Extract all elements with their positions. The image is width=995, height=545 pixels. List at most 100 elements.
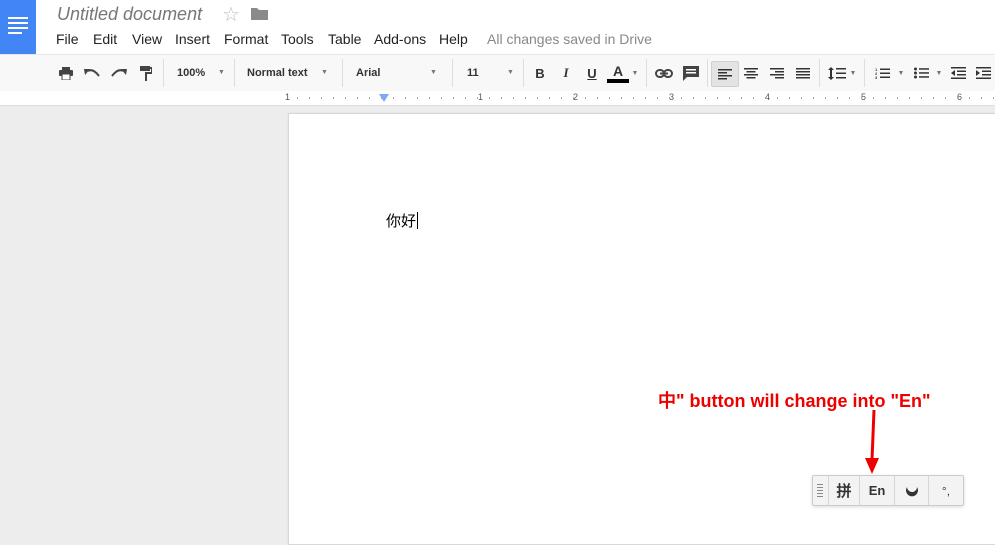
menu-help[interactable]: Help <box>439 31 468 47</box>
ruler-tick <box>981 97 982 99</box>
ruler-tick <box>345 97 346 99</box>
chevron-down-icon[interactable]: ▼ <box>934 61 944 85</box>
document-title[interactable]: Untitled document <box>57 4 202 25</box>
star-icon[interactable]: ☆ <box>222 2 240 27</box>
ruler-tick <box>873 97 874 99</box>
font-select[interactable]: Arial ▼ <box>356 61 441 85</box>
menu-edit[interactable]: Edit <box>93 31 117 47</box>
underline-button[interactable]: U <box>582 61 602 85</box>
ruler-tick <box>777 97 778 99</box>
line-spacing-icon <box>828 66 846 80</box>
ime-toolbar: 拼 En °, <box>812 475 964 506</box>
undo-button[interactable] <box>82 61 102 85</box>
ruler-tick <box>489 97 490 99</box>
chevron-down-icon[interactable]: ▼ <box>848 61 858 85</box>
text-cursor <box>417 212 419 229</box>
undo-icon <box>84 69 100 77</box>
menu-format[interactable]: Format <box>224 31 268 47</box>
ruler-tick <box>513 97 514 99</box>
menu-addons[interactable]: Add-ons <box>374 31 426 47</box>
ruler-tick <box>609 97 610 99</box>
menu-table[interactable]: Table <box>328 31 361 47</box>
ruler-tick <box>933 97 934 99</box>
ruler-tick <box>657 97 658 99</box>
ime-drag-handle[interactable] <box>813 476 827 505</box>
chevron-down-icon: ▼ <box>218 69 225 76</box>
zoom-value: 100% <box>177 67 206 79</box>
toolbar-divider <box>452 59 453 87</box>
ruler-tick <box>405 97 406 99</box>
ruler[interactable]: 1 1 2 3 4 5 6 <box>0 91 995 106</box>
ruler-tick <box>297 97 298 99</box>
ruler-tick <box>549 97 550 99</box>
text-color-button[interactable]: A <box>606 61 630 85</box>
menu-tools[interactable]: Tools <box>281 31 314 47</box>
ruler-tick <box>705 97 706 99</box>
ruler-tick <box>465 97 466 99</box>
moon-icon <box>905 486 918 496</box>
paint-format-button[interactable] <box>136 61 156 85</box>
align-center-button[interactable] <box>741 61 761 85</box>
toolbar-divider <box>342 59 343 87</box>
font-size-value: 11 <box>467 67 479 79</box>
increase-indent-icon <box>975 67 991 79</box>
ime-pinyin-button[interactable]: 拼 <box>828 476 859 505</box>
toolbar-divider <box>707 59 708 87</box>
redo-button[interactable] <box>109 61 129 85</box>
ruler-tick <box>837 97 838 99</box>
text-color-letter: A <box>612 62 624 79</box>
ruler-tick <box>993 97 994 99</box>
numbered-list-button[interactable]: 123 <box>872 61 892 85</box>
chevron-down-icon[interactable]: ▼ <box>630 61 640 85</box>
folder-icon[interactable] <box>251 7 268 20</box>
text-color-swatch <box>607 78 629 83</box>
top-bar: Untitled document ☆ File Edit View Inser… <box>0 0 995 54</box>
increase-indent-button[interactable] <box>973 61 993 85</box>
print-button[interactable] <box>56 61 76 85</box>
menu-view[interactable]: View <box>132 31 162 47</box>
line-spacing-button[interactable] <box>826 61 848 85</box>
zoom-select[interactable]: 100% ▼ <box>177 61 227 85</box>
paragraph-style-select[interactable]: Normal text ▼ <box>247 61 332 85</box>
ruler-tick <box>813 97 814 99</box>
chevron-down-icon[interactable]: ▼ <box>896 61 906 85</box>
ruler-tick <box>369 97 370 99</box>
justify-button[interactable] <box>793 61 813 85</box>
ruler-tick <box>429 97 430 99</box>
bold-button[interactable]: B <box>530 61 550 85</box>
ruler-tick <box>693 97 694 99</box>
ruler-tick <box>645 97 646 99</box>
docs-logo-icon[interactable] <box>0 0 36 54</box>
ime-half-width-button[interactable] <box>894 476 928 505</box>
ruler-tick <box>945 97 946 99</box>
insert-link-button[interactable] <box>653 61 675 85</box>
annotation-text: 中" button will change into "En" <box>658 391 931 411</box>
ruler-tick <box>909 97 910 99</box>
insert-comment-button[interactable] <box>680 61 702 85</box>
italic-button[interactable]: I <box>556 61 576 85</box>
ruler-tick <box>825 97 826 99</box>
ruler-tick <box>753 97 754 99</box>
ruler-tick <box>633 97 634 99</box>
ime-language-toggle-button[interactable]: En <box>859 476 894 505</box>
ruler-tick <box>477 97 478 99</box>
align-right-button[interactable] <box>767 61 787 85</box>
bulleted-list-button[interactable] <box>911 61 931 85</box>
menu-insert[interactable]: Insert <box>175 31 210 47</box>
ruler-tick <box>393 97 394 99</box>
ruler-tick <box>417 97 418 99</box>
align-left-button[interactable] <box>711 61 739 87</box>
ime-punctuation-button[interactable]: °, <box>928 476 963 505</box>
align-right-icon <box>770 67 784 78</box>
ruler-tick <box>357 97 358 99</box>
ruler-tick <box>969 97 970 99</box>
toolbar-divider <box>646 59 647 87</box>
decrease-indent-button[interactable] <box>948 61 968 85</box>
ruler-tick <box>309 97 310 99</box>
align-left-icon <box>718 68 732 79</box>
ruler-tick <box>729 97 730 99</box>
ruler-tick <box>561 97 562 99</box>
document-body[interactable]: 你好 <box>386 210 419 231</box>
menu-file[interactable]: File <box>56 31 79 47</box>
font-size-select[interactable]: 11 ▼ <box>467 61 517 85</box>
